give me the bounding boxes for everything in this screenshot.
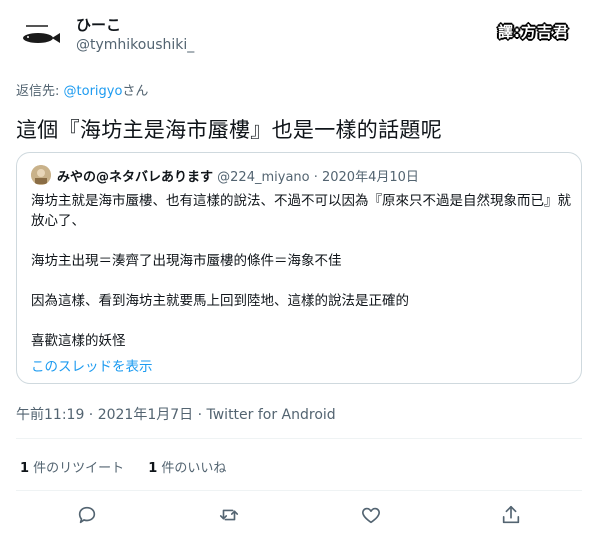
tweet-timestamp[interactable]: 午前11:19 · 2021年1月7日 · Twitter for Androi… [16, 404, 336, 424]
quoted-paragraph: 因為這樣、看到海坊主就要馬上回到陸地、這樣的說法是正確的 [31, 293, 409, 309]
engagement-stats: 1 件のリツイート 1 件のいいね [20, 457, 226, 476]
reply-to-line: 返信先: @torigyoさん [16, 80, 148, 99]
reply-button[interactable] [76, 504, 100, 528]
author-display-name[interactable]: ひーこ [76, 14, 121, 35]
translator-badge-text: 譯:方吉君 [498, 22, 569, 41]
tweet-actions [0, 500, 598, 532]
translator-badge: 譯:方吉君 [494, 20, 573, 42]
quoted-tweet-card[interactable]: みやの@ネタバレあります @224_miyano · 2020年4月10日 海坊… [16, 152, 582, 384]
reply-to-user-link[interactable]: @torigyo [64, 84, 123, 99]
quoted-handle-date: @224_miyano · 2020年4月10日 [217, 170, 419, 185]
like-count: 1 [148, 461, 158, 476]
like-count-link[interactable]: 1 件のいいね [148, 457, 226, 476]
share-button[interactable] [500, 504, 524, 528]
quoted-body: 海坊主就是海市蜃樓、也有這樣的說法、不過不可以因為『原來只不過是自然現象而已』就… [31, 191, 571, 351]
avatar-fish-image [23, 25, 60, 43]
share-icon [502, 505, 520, 524]
divider [16, 438, 582, 439]
show-thread-link[interactable]: このスレッドを表示 [31, 355, 153, 375]
quoted-paragraph: 海坊主出現＝湊齊了出現海市蜃樓的條件＝海象不佳 [31, 253, 342, 269]
quoted-paragraph: 喜歡這樣的妖怪 [31, 333, 126, 349]
retweet-count-link[interactable]: 1 件のリツイート [20, 457, 124, 476]
retweet-button[interactable] [218, 504, 242, 528]
author-avatar[interactable] [16, 13, 64, 61]
divider [16, 490, 582, 491]
reply-icon [78, 506, 96, 524]
like-button[interactable] [360, 504, 384, 528]
quoted-author-avatar [31, 165, 51, 185]
heart-icon [362, 507, 380, 524]
author-handle[interactable]: @tymhikoushiki_ [76, 37, 194, 53]
retweet-icon [219, 509, 239, 521]
like-count-label: 件のいいね [157, 461, 227, 476]
tweet-text: 這個『海坊主是海市蜃樓』也是一樣的話題呢 [16, 118, 442, 142]
retweet-count: 1 [20, 461, 30, 476]
reply-to-prefix: 返信先: [16, 84, 64, 99]
quoted-paragraph: 海坊主就是海市蜃樓、也有這樣的說法、不過不可以因為『原來只不過是自然現象而已』就… [31, 193, 571, 229]
retweet-count-label: 件のリツイート [29, 461, 125, 476]
quoted-header: みやの@ネタバレあります @224_miyano · 2020年4月10日 [57, 166, 419, 185]
reply-to-suffix: さん [122, 84, 149, 99]
quoted-author-name: みやの@ネタバレあります [57, 170, 214, 185]
